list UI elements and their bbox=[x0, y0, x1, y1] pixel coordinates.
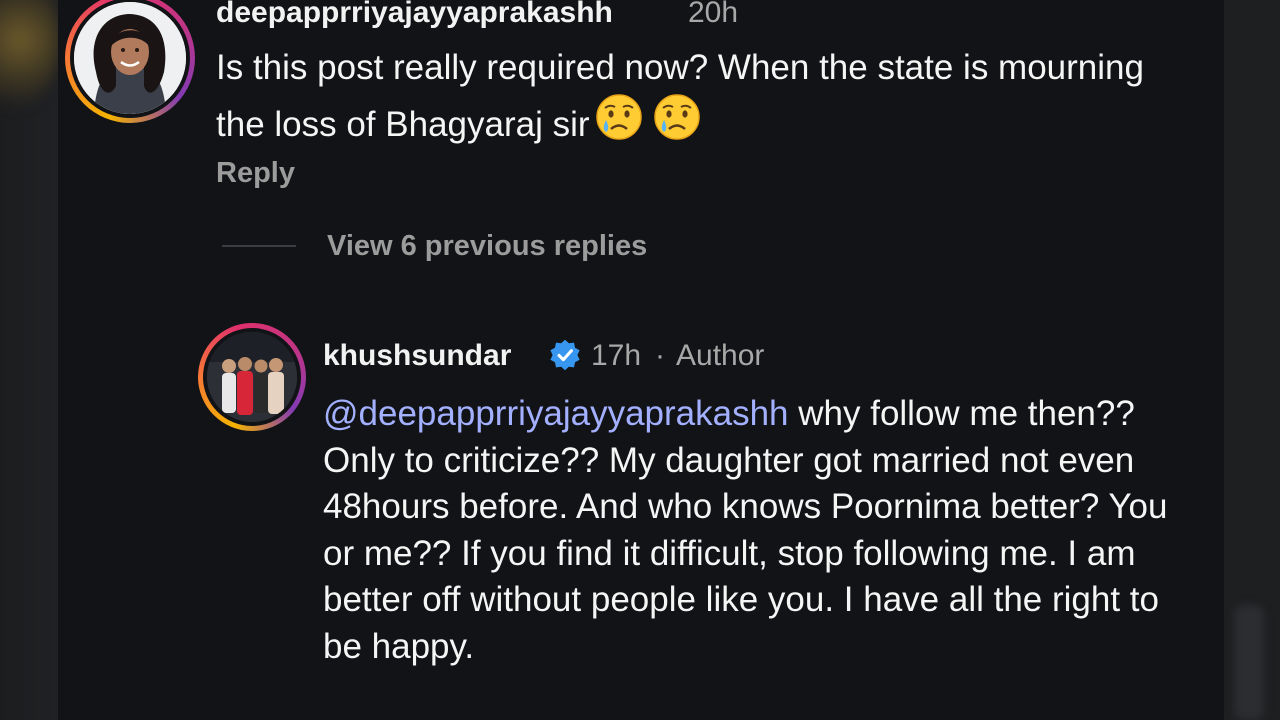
view-previous-replies-button[interactable]: View 6 previous replies bbox=[327, 230, 647, 263]
blurred-left-edge bbox=[0, 0, 60, 720]
crying-face-emoji-icon bbox=[653, 93, 700, 140]
blurred-left-shape bbox=[0, 0, 60, 110]
avatar-khushsundar[interactable] bbox=[198, 323, 306, 431]
crying-face-emoji-icon bbox=[595, 93, 642, 140]
verified-badge-icon bbox=[550, 339, 580, 371]
mention-link[interactable]: @deepapprriyajayyaprakashh bbox=[323, 394, 789, 433]
thread-line-divider bbox=[222, 245, 296, 247]
avatar-photo bbox=[74, 2, 186, 114]
comment1-reply-button[interactable]: Reply bbox=[216, 157, 295, 190]
screenshot-frame: deepapprriyajayyaprakashh 20h Is this po… bbox=[0, 0, 1280, 720]
author-label: Author bbox=[676, 339, 765, 372]
family-group-photo-icon bbox=[207, 332, 297, 422]
comment1-username[interactable]: deepapprriyajayyaprakashh bbox=[216, 0, 613, 30]
comment2-timestamp: 17h bbox=[591, 339, 642, 372]
avatar-photo bbox=[207, 332, 297, 422]
comment1-text: Is this post really required now? When t… bbox=[216, 45, 1176, 148]
comment2-username[interactable]: khushsundar bbox=[323, 339, 511, 373]
meta-separator: · bbox=[655, 339, 665, 372]
comment2-body: why follow me then?? Only to criticize??… bbox=[323, 394, 1168, 666]
blurred-right-shape bbox=[1234, 605, 1264, 720]
blurred-right-edge bbox=[1224, 0, 1280, 720]
comment1-timestamp: 20h bbox=[688, 0, 739, 29]
woman-portrait-icon bbox=[74, 2, 186, 114]
comment2-text: @deepapprriyajayyaprakashh why follow me… bbox=[323, 391, 1188, 670]
